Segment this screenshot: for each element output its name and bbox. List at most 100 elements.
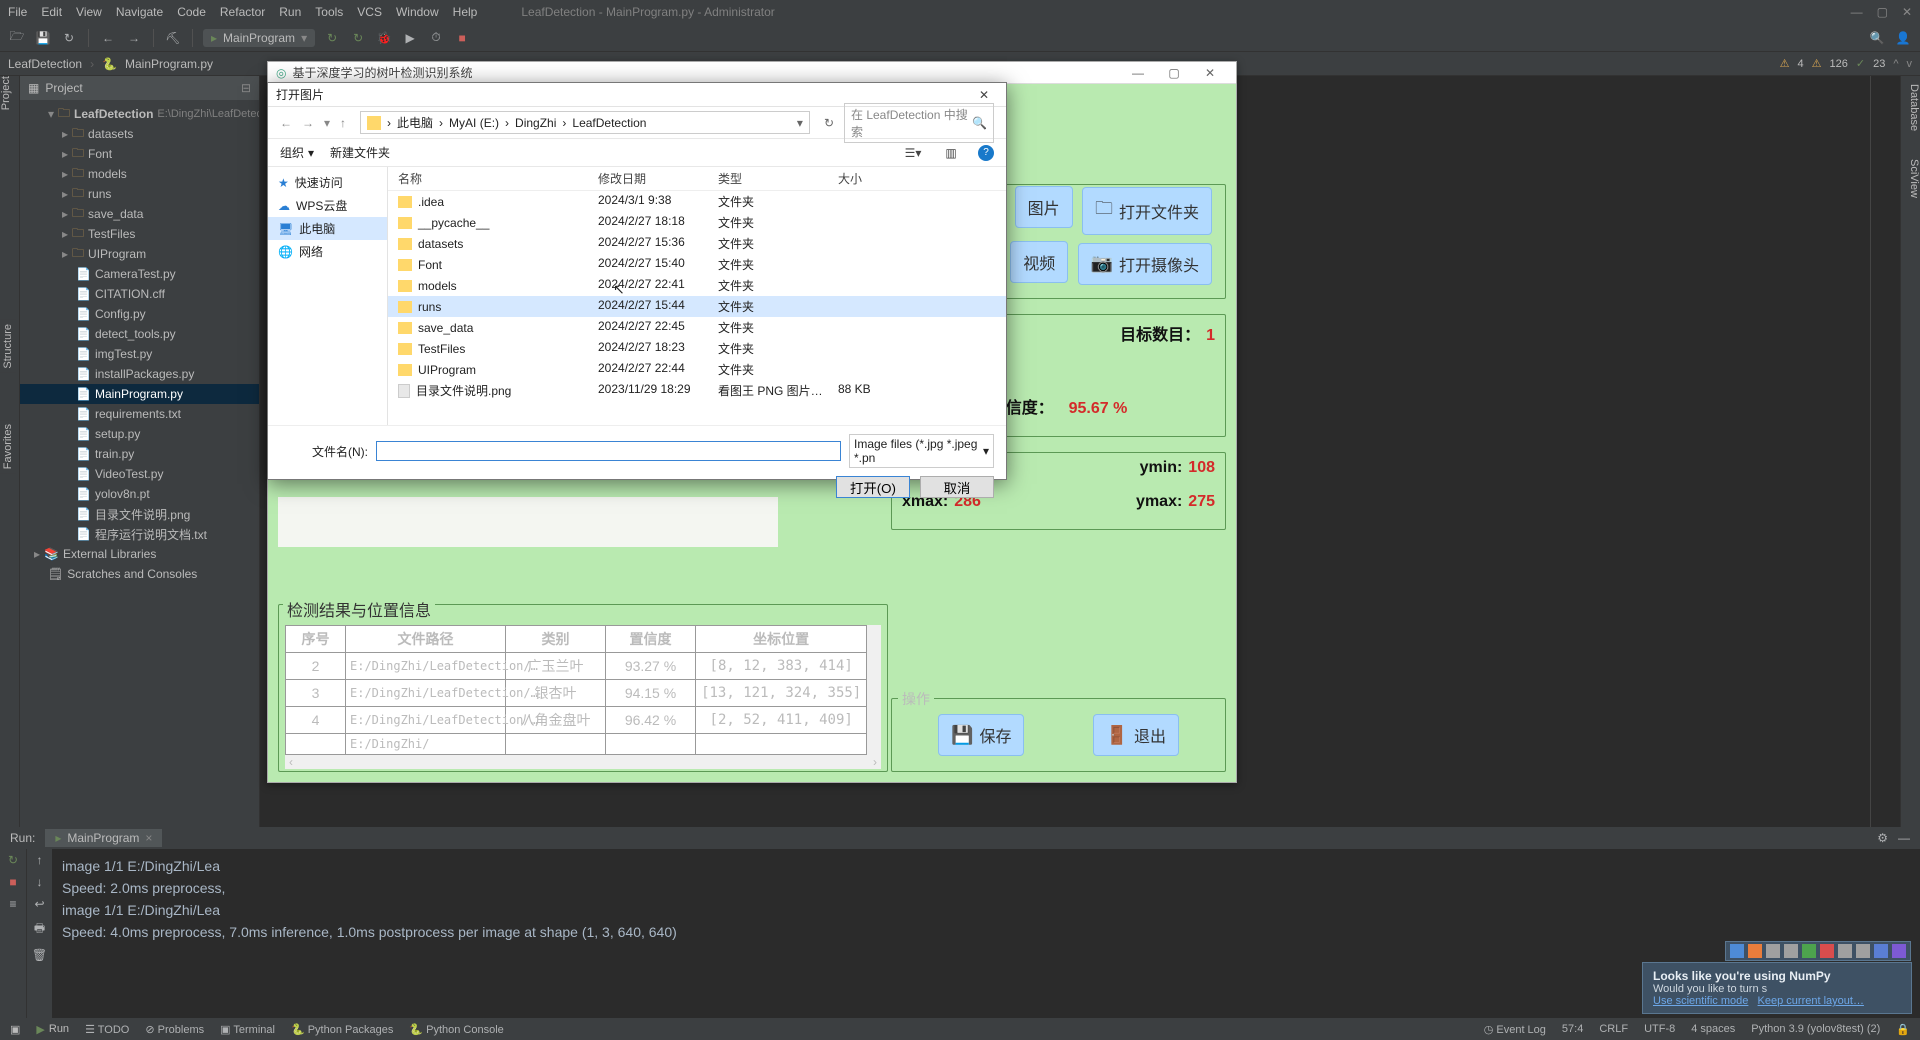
tool-icon[interactable] [1748, 944, 1762, 958]
project-tree[interactable]: ▾ 🗀 LeafDetection E:\DingZhi\LeafDetecti… [20, 100, 259, 588]
tree-folder[interactable]: ▸🗀Font [20, 144, 259, 164]
table-row[interactable]: E:/DingZhi/ [286, 734, 867, 755]
status-todo-tab[interactable]: ☰ TODO [85, 1023, 129, 1036]
th-conf[interactable]: 置信度 [606, 626, 696, 653]
back-icon[interactable]: ← [99, 29, 117, 47]
balloon-link-scientific[interactable]: Use scientific mode [1653, 995, 1748, 1007]
tree-folder[interactable]: ▸🗀runs [20, 184, 259, 204]
fd-help-icon[interactable]: ? [978, 145, 994, 161]
inspection-indicators[interactable]: ⚠4 ⚠126 ✓23 ^v [1780, 57, 1912, 70]
tree-file[interactable]: 📄Config.py [20, 304, 259, 324]
run-console[interactable]: image 1/1 E:/DingZhi/Lea Speed: 2.0ms pr… [52, 849, 1920, 1018]
search-icon[interactable]: 🔍 [1868, 29, 1886, 47]
sync-icon[interactable]: ↻ [60, 29, 78, 47]
fd-sidebar-item[interactable]: 🖥此电脑 [268, 217, 387, 240]
crumb-2[interactable]: DingZhi [515, 116, 556, 130]
tree-file[interactable]: 📄程序运行说明文档.txt [20, 524, 259, 544]
minimize-icon[interactable]: — [1851, 5, 1863, 19]
project-dropdown-icon[interactable]: ▦ [28, 81, 39, 95]
table-scrollbar[interactable] [867, 625, 881, 755]
fd-file-list[interactable]: 名称 修改日期 类型 大小 .idea2024/3/1 9:38文件夹__pyc… [388, 167, 1006, 425]
open-folder-button[interactable]: 🗀打开文件夹 [1082, 187, 1212, 235]
layout-icon[interactable]: ≡ [9, 897, 16, 911]
status-lock-icon[interactable]: 🔒 [1896, 1023, 1910, 1036]
status-python-packages-tab[interactable]: 🐍 Python Packages [291, 1023, 393, 1036]
menu-run[interactable]: Run [279, 5, 301, 19]
fd-filter-select[interactable]: Image files (*.jpg *.jpeg *.pn ▾ [849, 434, 994, 468]
fd-search-box[interactable]: 在 LeafDetection 中搜索 🔍 [844, 103, 994, 143]
tree-file[interactable]: 📄imgTest.py [20, 344, 259, 364]
collapse-icon[interactable]: ⊟ [241, 81, 251, 95]
close-icon[interactable]: ✕ [1902, 5, 1912, 19]
tree-folder[interactable]: ▸🗀UIProgram [20, 244, 259, 264]
status-problems-tab[interactable]: ⊘ Problems [145, 1023, 204, 1036]
tree-file[interactable]: 📄CITATION.cff [20, 284, 259, 304]
status-interpreter[interactable]: Python 3.9 (yolov8test) (2) [1751, 1023, 1880, 1035]
tree-file[interactable]: 📄setup.py [20, 424, 259, 444]
favorites-tool-label[interactable]: Favorites [0, 420, 16, 473]
tree-folder[interactable]: ▸🗀datasets [20, 124, 259, 144]
menu-window[interactable]: Window [396, 5, 439, 19]
structure-tool-label[interactable]: Structure [0, 320, 16, 373]
status-caret-pos[interactable]: 57:4 [1562, 1023, 1583, 1035]
fd-forward-icon[interactable]: → [302, 116, 314, 130]
fd-address-bar[interactable]: › 此电脑 › MyAI (E:) › DingZhi › LeafDetect… [360, 111, 810, 134]
col-type[interactable]: 类型 [718, 170, 838, 187]
status-encoding[interactable]: UTF-8 [1644, 1023, 1675, 1035]
fd-list-row[interactable]: UIProgram2024/2/27 22:44文件夹 [388, 359, 1006, 380]
tool-icon[interactable] [1838, 944, 1852, 958]
fd-list-row[interactable]: 目录文件说明.png2023/11/29 18:29看图王 PNG 图片…88 … [388, 380, 1006, 401]
tool-icon[interactable] [1766, 944, 1780, 958]
rerun-icon[interactable]: ↻ [349, 29, 367, 47]
gear-icon[interactable]: ⚙ [1877, 831, 1888, 845]
rerun-icon[interactable]: ↻ [8, 853, 18, 867]
col-date[interactable]: 修改日期 [598, 170, 718, 187]
run-tab[interactable]: ▸ MainProgram × [45, 829, 162, 847]
fd-list-row[interactable]: datasets2024/2/27 15:36文件夹 [388, 233, 1006, 254]
fd-refresh-icon[interactable]: ↻ [824, 116, 834, 130]
exit-button[interactable]: 🚪退出 [1093, 714, 1179, 756]
tool-icon[interactable] [1892, 944, 1906, 958]
tool-icon[interactable] [1802, 944, 1816, 958]
status-line-sep[interactable]: CRLF [1599, 1023, 1628, 1035]
menu-file[interactable]: File [8, 5, 27, 19]
status-run-tab[interactable]: ▶Run [36, 1023, 69, 1036]
th-path[interactable]: 文件路径 [346, 626, 506, 653]
build-icon[interactable]: ⛏ [164, 29, 182, 47]
avatar-icon[interactable]: 👤 [1894, 29, 1912, 47]
debug-icon[interactable]: 🐞 [375, 29, 393, 47]
table-h-scrollbar[interactable]: ‹› [285, 755, 881, 769]
breadcrumb-file[interactable]: MainProgram.py [125, 57, 213, 71]
fd-preview-pane-icon[interactable]: ▥ [940, 143, 962, 163]
tool-icon[interactable] [1874, 944, 1888, 958]
fd-new-folder-button[interactable]: 新建文件夹 [330, 144, 390, 161]
table-row[interactable]: 3E:/DingZhi/LeafDetection/…银杏叶94.15 %[13… [286, 680, 867, 707]
print-icon[interactable]: 🖶 [34, 919, 45, 940]
fd-list-row[interactable]: __pycache__2024/2/27 18:18文件夹 [388, 212, 1006, 233]
tree-file[interactable]: 📄VideoTest.py [20, 464, 259, 484]
coverage-icon[interactable]: ▶ [401, 29, 419, 47]
menu-edit[interactable]: Edit [41, 5, 62, 19]
col-size[interactable]: 大小 [838, 170, 918, 187]
tree-scratches[interactable]: 🗒Scratches and Consoles [20, 564, 259, 584]
th-coord[interactable]: 坐标位置 [696, 626, 867, 653]
col-name[interactable]: 名称 [398, 170, 598, 187]
forward-icon[interactable]: → [125, 29, 143, 47]
menu-tools[interactable]: Tools [315, 5, 343, 19]
open-video-button[interactable]: 视频 [1010, 241, 1068, 283]
status-terminal-tab[interactable]: ▣ Terminal [220, 1023, 275, 1036]
tree-file[interactable]: 📄目录文件说明.png [20, 504, 259, 524]
fd-sidebar-item[interactable]: 🌐网络 [268, 240, 387, 263]
run-icon[interactable]: ↻ [323, 29, 341, 47]
tree-file[interactable]: 📄CameraTest.py [20, 264, 259, 284]
fd-open-button[interactable]: 打开(O) [836, 476, 910, 498]
open-icon[interactable]: 🗁 [8, 29, 26, 47]
maximize-icon[interactable]: ▢ [1877, 5, 1888, 19]
up-icon[interactable]: ↑ [37, 853, 43, 867]
fd-list-row[interactable]: .idea2024/3/1 9:38文件夹 [388, 191, 1006, 212]
fd-list-row[interactable]: TestFiles2024/2/27 18:23文件夹 [388, 338, 1006, 359]
status-indent[interactable]: 4 spaces [1691, 1023, 1735, 1035]
run-config-selector[interactable]: ▸ MainProgram ▾ [203, 29, 315, 47]
fd-cancel-button[interactable]: 取消 [920, 476, 994, 498]
crumb-3[interactable]: LeafDetection [572, 116, 646, 130]
